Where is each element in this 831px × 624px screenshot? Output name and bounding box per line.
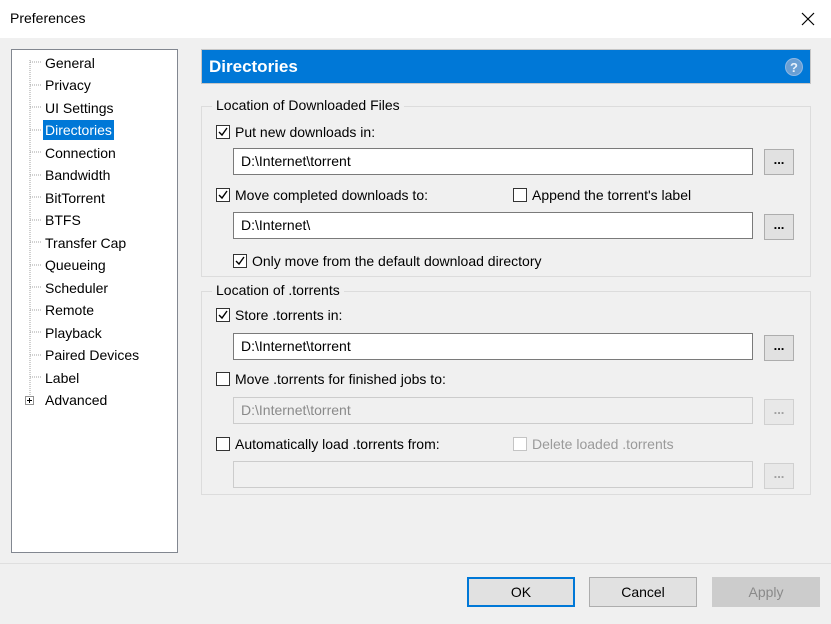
checkbox-box	[216, 308, 230, 322]
browse-completed-path-button[interactable]: ...	[764, 214, 794, 240]
footer-divider	[0, 563, 831, 564]
sidebar-item-btfs[interactable]: BTFS	[43, 210, 83, 230]
sidebar-item-bandwidth[interactable]: Bandwidth	[43, 165, 112, 185]
checkbox-box	[513, 188, 527, 202]
sidebar-item-transfer-cap[interactable]: Transfer Cap	[43, 233, 128, 253]
sidebar-item-connection[interactable]: Connection	[43, 143, 118, 163]
sidebar-item-paired-devices[interactable]: Paired Devices	[43, 345, 141, 365]
sidebar-item-remote[interactable]: Remote	[43, 300, 96, 320]
tree-lines	[29, 60, 42, 400]
cancel-button[interactable]: Cancel	[589, 577, 697, 607]
checkbox-label: Automatically load .torrents from:	[235, 436, 440, 452]
checkbox-box	[233, 254, 247, 268]
only-move-default-checkbox[interactable]: Only move from the default download dire…	[233, 253, 541, 269]
ok-button[interactable]: OK	[467, 577, 575, 607]
checkbox-label: Append the torrent's label	[532, 187, 692, 203]
sidebar-item-general[interactable]: General	[43, 53, 97, 73]
move-completed-checkbox[interactable]: Move completed downloads to:	[216, 187, 428, 203]
close-button[interactable]	[785, 0, 831, 38]
panel-title: Directories	[209, 57, 298, 76]
sidebar-item-ui-settings[interactable]: UI Settings	[43, 98, 115, 118]
store-torrents-path-field[interactable]: D:\Internet\torrent	[233, 333, 753, 360]
auto-load-torrents-checkbox[interactable]: Automatically load .torrents from:	[216, 436, 440, 452]
checkbox-box	[216, 125, 230, 139]
delete-loaded-torrents-checkbox[interactable]: Delete loaded .torrents	[513, 436, 674, 452]
checkmark-icon	[218, 127, 228, 137]
close-icon	[801, 12, 815, 26]
title-bar: Preferences	[0, 0, 831, 38]
checkbox-box	[216, 372, 230, 386]
checkbox-label: Store .torrents in:	[235, 307, 343, 323]
sidebar-item-scheduler[interactable]: Scheduler	[43, 278, 110, 298]
checkmark-icon	[235, 256, 245, 266]
browse-finished-path-button[interactable]: ...	[764, 399, 794, 425]
checkbox-box	[216, 437, 230, 451]
auto-load-path-field[interactable]	[233, 461, 753, 488]
sidebar-item-playback[interactable]: Playback	[43, 323, 104, 343]
put-new-downloads-checkbox[interactable]: Put new downloads in:	[216, 124, 375, 140]
checkmark-icon	[218, 310, 228, 320]
checkmark-icon	[218, 190, 228, 200]
panel-header: Directories ?	[201, 49, 811, 84]
checkbox-box	[216, 188, 230, 202]
browse-auto-load-path-button[interactable]: ...	[764, 463, 794, 489]
browse-download-path-button[interactable]: ...	[764, 149, 794, 175]
checkbox-label: Only move from the default download dire…	[252, 253, 542, 269]
sidebar-item-label[interactable]: Label	[43, 368, 81, 388]
sidebar-item-directories[interactable]: Directories	[43, 120, 114, 140]
append-label-checkbox[interactable]: Append the torrent's label	[513, 187, 691, 203]
expand-icon[interactable]	[25, 396, 34, 405]
completed-path-field[interactable]: D:\Internet\	[233, 212, 753, 239]
checkbox-label: Move completed downloads to:	[235, 187, 428, 203]
download-path-field[interactable]: D:\Internet\torrent	[233, 148, 753, 175]
store-torrents-checkbox[interactable]: Store .torrents in:	[216, 307, 342, 323]
group-label: Location of Downloaded Files	[212, 97, 404, 113]
move-finished-torrents-checkbox[interactable]: Move .torrents for finished jobs to:	[216, 371, 446, 387]
sidebar-item-queueing[interactable]: Queueing	[43, 255, 108, 275]
category-tree[interactable]: General Privacy UI Settings Directories …	[11, 49, 178, 553]
checkbox-label: Move .torrents for finished jobs to:	[235, 371, 446, 387]
help-icon[interactable]: ?	[785, 58, 803, 76]
checkbox-box	[513, 437, 527, 451]
browse-store-path-button[interactable]: ...	[764, 335, 794, 361]
finished-torrents-path-field[interactable]: D:\Internet\torrent	[233, 397, 753, 424]
checkbox-label: Put new downloads in:	[235, 124, 376, 140]
sidebar-item-bittorrent[interactable]: BitTorrent	[43, 188, 107, 208]
apply-button[interactable]: Apply	[712, 577, 820, 607]
sidebar-item-privacy[interactable]: Privacy	[43, 75, 93, 95]
sidebar-item-advanced[interactable]: Advanced	[43, 390, 109, 410]
checkbox-label: Delete loaded .torrents	[532, 436, 674, 452]
window-title: Preferences	[10, 10, 86, 26]
group-label: Location of .torrents	[212, 282, 344, 298]
